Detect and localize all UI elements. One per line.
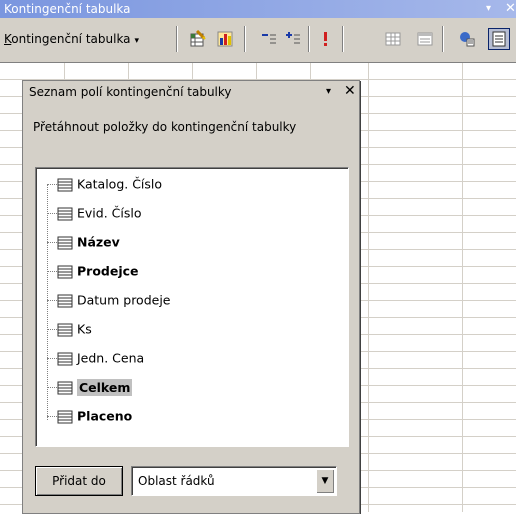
toolbar-options-icon[interactable]: ▾ <box>486 0 491 18</box>
toolbar-title: Kontingenční tabulka <box>4 2 131 16</box>
field-item[interactable]: Datum prodeje <box>47 290 171 310</box>
chevron-down-icon[interactable]: ▼ <box>316 469 334 493</box>
field-item[interactable]: Jedn. Cena <box>47 348 144 368</box>
field-item[interactable]: Ks <box>47 319 92 339</box>
pane-options-icon[interactable]: ▾ <box>326 83 331 101</box>
tree-connector <box>47 329 57 330</box>
tree-connector <box>47 300 57 301</box>
field-item[interactable]: Placeno <box>47 406 132 426</box>
toolbar-titlebar[interactable]: Kontingenční tabulka ▾ ✕ <box>0 0 516 18</box>
toolbar-separator <box>308 26 310 52</box>
tree-connector <box>47 184 57 185</box>
refresh-data-icon[interactable] <box>314 28 336 50</box>
toolbar-separator <box>342 26 344 52</box>
tree-connector <box>47 358 57 359</box>
field-list-icon[interactable] <box>488 28 510 50</box>
pivot-table-menu-button[interactable]: Kontingenční tabulka ▾ <box>4 30 139 48</box>
field-settings-icon[interactable] <box>456 28 478 50</box>
field-label: Placeno <box>77 408 133 424</box>
field-label: Název <box>77 234 120 250</box>
pivot-field-list-pane: Seznam polí kontingenční tabulky ▾ ✕ Pře… <box>22 80 360 514</box>
tree-connector <box>47 242 57 243</box>
pivot-table-toolbar: Kontingenční tabulka ▾ ✕ Kontingenční ta… <box>0 0 516 63</box>
pane-close-icon[interactable]: ✕ <box>344 82 356 100</box>
grid-column-line <box>368 62 369 512</box>
field-label: Katalog. Číslo <box>77 176 163 192</box>
field-icon <box>57 323 73 336</box>
hide-detail-icon[interactable] <box>258 28 280 50</box>
field-label: Evid. Číslo <box>77 205 142 221</box>
toolbar-close-icon[interactable]: ✕ <box>505 0 516 18</box>
toolbar-separator <box>244 26 246 52</box>
grid-column-line <box>462 62 463 512</box>
field-item[interactable]: Katalog. Číslo <box>47 174 162 194</box>
area-dropdown-value: Oblast řádků <box>138 474 215 488</box>
pane-title[interactable]: Seznam polí kontingenční tabulky <box>29 83 232 101</box>
field-label: Ks <box>77 321 92 337</box>
field-icon <box>57 352 73 365</box>
add-to-button[interactable]: Přidat do <box>35 466 123 496</box>
field-label: Jedn. Cena <box>77 350 145 366</box>
tree-connector <box>47 213 57 214</box>
pane-instructions: Přetáhnout položky do kontingenční tabul… <box>33 120 297 134</box>
field-item[interactable]: Evid. Číslo <box>47 203 141 223</box>
field-item[interactable]: Celkem <box>47 377 133 397</box>
tree-connector <box>47 271 57 272</box>
field-label: Celkem <box>77 378 133 396</box>
field-icon <box>57 294 73 307</box>
field-icon <box>57 178 73 191</box>
field-item[interactable]: Název <box>47 232 120 252</box>
area-dropdown[interactable]: Oblast řádků ▼ <box>131 466 337 496</box>
toolbar-separator <box>442 26 444 52</box>
field-icon <box>57 381 73 394</box>
field-label: Datum prodeje <box>77 292 171 308</box>
tree-connector <box>47 416 57 417</box>
toolbar-separator <box>176 26 178 52</box>
chevron-down-icon: ▾ <box>134 36 140 46</box>
field-icon <box>57 236 73 249</box>
show-detail-icon[interactable] <box>282 28 304 50</box>
include-hidden-items-icon[interactable] <box>382 28 404 50</box>
format-report-icon[interactable] <box>186 28 208 50</box>
field-icon <box>57 410 73 423</box>
tree-connector <box>47 387 57 388</box>
menu-label: ontingenční tabulka <box>11 32 131 46</box>
chart-wizard-icon[interactable] <box>214 28 236 50</box>
field-item[interactable]: Prodejce <box>47 261 139 281</box>
always-display-items-icon[interactable] <box>414 28 436 50</box>
field-icon <box>57 265 73 278</box>
toolbar-row: Kontingenční tabulka ▾ <box>0 22 516 54</box>
field-label: Prodejce <box>77 263 139 279</box>
field-icon <box>57 207 73 220</box>
field-list[interactable]: Katalog. Číslo Evid. Číslo Název Prodejce Da… <box>35 167 349 447</box>
